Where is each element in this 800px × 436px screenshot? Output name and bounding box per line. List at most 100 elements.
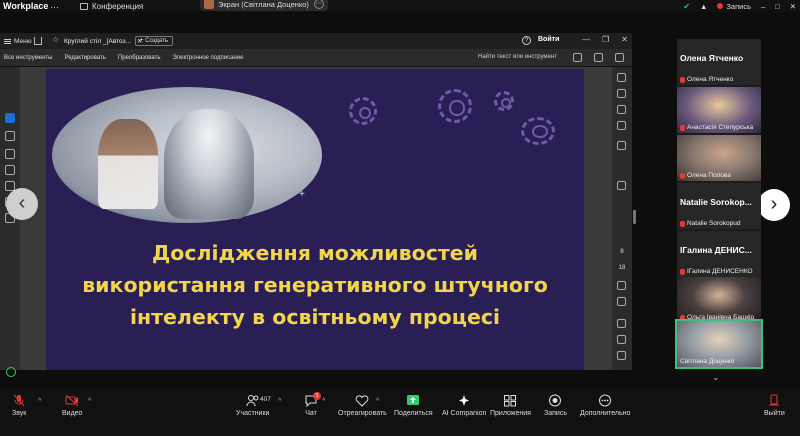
thumbnails-icon[interactable] xyxy=(617,141,626,150)
app-title-menu[interactable]: … xyxy=(50,0,59,11)
more-options-icon[interactable]: ⋯ xyxy=(314,0,324,9)
participant-display-name: Олена Ятченко xyxy=(680,53,744,63)
pdf-maximize-button[interactable]: ❐ xyxy=(602,35,609,44)
page-down-icon[interactable] xyxy=(617,297,626,306)
meeting-info[interactable]: Конференция xyxy=(80,0,143,12)
save-icon[interactable] xyxy=(594,53,603,62)
participant-name: Ольга Іванівна Башкір xyxy=(687,314,755,321)
chat-options-caret-icon[interactable]: ^ xyxy=(322,398,325,405)
pdf-right-toolbar: 8 18 xyxy=(612,67,632,370)
participant-name: Natalie Sorokopud xyxy=(687,220,741,227)
participant-tile[interactable]: Natalie Sorokop... Natalie Sorokopud xyxy=(677,183,761,229)
slide-title-line: використання генеративного штучного xyxy=(82,273,548,297)
crosshair-cursor-icon: + xyxy=(299,189,305,200)
pdf-toolbar: Все инструменты Редактировать Преобразов… xyxy=(0,49,632,67)
organize-pages-icon[interactable] xyxy=(617,105,626,114)
tool-convert[interactable]: Преобразовать xyxy=(118,55,161,61)
record-button[interactable]: Запись xyxy=(544,394,567,417)
video-button[interactable]: Видео xyxy=(62,394,82,417)
video-options-caret-icon[interactable]: ^ xyxy=(88,398,91,405)
app-title: Workplace xyxy=(3,1,49,11)
pdf-menu-button[interactable]: Меню xyxy=(4,38,32,45)
more-label: Дополнительно xyxy=(580,410,631,417)
react-button[interactable]: Отреагировать xyxy=(338,394,387,417)
zoom-tool-icon[interactable] xyxy=(5,131,15,141)
meeting-label: Конференция xyxy=(92,1,144,11)
apps-button[interactable]: Приложения xyxy=(490,394,531,417)
audio-options-caret-icon[interactable]: ^ xyxy=(38,398,41,405)
participant-tile[interactable]: ІГалина ДЕНИС... ІГалина ДЕНИСЕНКО xyxy=(677,231,761,277)
screen-share-banner[interactable]: Экран (Світлана Доценко) ⋯ xyxy=(200,0,328,11)
next-page-button[interactable]: › xyxy=(758,189,790,221)
star-icon[interactable]: ☆ xyxy=(52,35,59,44)
ai-companion-label: AI Companion xyxy=(442,410,487,417)
window-icon xyxy=(80,2,88,10)
new-tab-button[interactable]: + Создать xyxy=(135,36,173,46)
print-icon[interactable] xyxy=(615,53,624,62)
home-icon[interactable] xyxy=(34,37,42,45)
ai-companion-button[interactable]: AI Companion xyxy=(442,394,486,417)
participant-name-label: Natalie Sorokopud xyxy=(680,220,740,227)
pen-tool-icon[interactable] xyxy=(5,149,15,159)
pdf-scrollbar-thumb[interactable] xyxy=(633,210,636,224)
leave-button[interactable]: Выйти xyxy=(764,394,785,417)
participant-tile[interactable]: Олена Попова xyxy=(677,135,761,181)
rotate-icon[interactable] xyxy=(617,319,626,328)
pdf-minimize-button[interactable]: — xyxy=(582,35,590,44)
comment-icon[interactable] xyxy=(617,73,626,82)
react-options-caret-icon[interactable]: ^ xyxy=(376,398,379,405)
participant-name-label: Олена Попова xyxy=(680,172,731,179)
more-button[interactable]: Дополнительно xyxy=(580,394,630,417)
participant-name-label: Світлана Доценко xyxy=(680,358,734,365)
zoom-top-bar: Workplace … Конференция Экран (Світлана … xyxy=(0,0,800,12)
audio-button[interactable]: Звук xyxy=(12,394,26,417)
recording-label: Запись xyxy=(726,1,751,11)
previous-page-button[interactable]: ‹ xyxy=(6,188,38,220)
bookmark-icon[interactable] xyxy=(617,121,626,130)
cursor-select-icon[interactable] xyxy=(5,113,15,123)
page-current[interactable]: 8 xyxy=(616,249,628,255)
tool-edit[interactable]: Редактировать xyxy=(64,55,105,61)
window-close-button[interactable]: ✕ xyxy=(790,2,796,11)
participant-tile[interactable]: Ольга Іванівна Башкір xyxy=(677,277,761,323)
annotation-indicator-icon[interactable] xyxy=(6,367,16,377)
find-tool-search[interactable]: Найти текст или инструмент xyxy=(478,54,557,60)
pdf-menu-label: Меню xyxy=(14,37,32,45)
pdf-close-button[interactable]: ✕ xyxy=(621,35,628,44)
search-icon[interactable] xyxy=(573,53,582,62)
heart-icon xyxy=(356,395,369,407)
mic-off-icon xyxy=(13,394,25,407)
participant-tile[interactable]: Олена Ятченко Олена Ятченко xyxy=(677,39,761,85)
leave-label: Выйти xyxy=(764,410,785,417)
highlight-tool-icon[interactable] xyxy=(5,165,15,175)
sign-in-button[interactable]: Войти xyxy=(538,36,559,43)
participant-tile[interactable]: Анастасія Степурська xyxy=(677,87,761,133)
participant-name-label: Ольга Іванівна Башкір xyxy=(680,314,754,321)
scroll-down-chevron-icon[interactable]: ⌄ xyxy=(712,372,720,383)
help-icon[interactable]: ? xyxy=(522,36,531,45)
participant-tile-active-speaker[interactable]: Світлана Доценко xyxy=(675,319,763,369)
share-doc-icon[interactable] xyxy=(617,89,626,98)
share-screen-button[interactable]: Поделиться xyxy=(394,394,433,417)
document-tab[interactable]: Круглий стіл _[Автоз... ✕ xyxy=(60,35,146,47)
read-mode-icon[interactable] xyxy=(617,335,626,344)
leave-icon xyxy=(769,394,780,406)
tool-all-tools[interactable]: Все инструменты xyxy=(4,55,52,61)
zoom-in-icon[interactable] xyxy=(617,351,626,360)
security-shield-icon[interactable]: ✔ xyxy=(683,2,690,11)
participants-options-caret-icon[interactable]: ^ xyxy=(278,398,281,405)
share-banner-label: Экран (Світлана Доценко) xyxy=(218,0,309,9)
fit-page-icon[interactable] xyxy=(617,181,626,190)
page-up-icon[interactable] xyxy=(617,281,626,290)
window-maximize-button[interactable]: □ xyxy=(775,2,780,11)
tool-e-sign[interactable]: Электронное подписание xyxy=(173,55,244,61)
recording-indicator[interactable]: Запись xyxy=(717,2,751,11)
photo-robot xyxy=(164,109,254,219)
window-minimize-button[interactable]: – xyxy=(761,2,765,11)
participant-display-name: Natalie Sorokop... xyxy=(680,197,752,207)
mic-muted-icon xyxy=(680,76,685,83)
pdf-title-bar: Меню ☆ Круглий стіл _[Автоз... ✕ + Созда… xyxy=(0,33,632,49)
apps-icon xyxy=(504,395,517,407)
participant-name: Олена Ятченко xyxy=(687,76,734,83)
share-screen-icon xyxy=(407,395,420,405)
